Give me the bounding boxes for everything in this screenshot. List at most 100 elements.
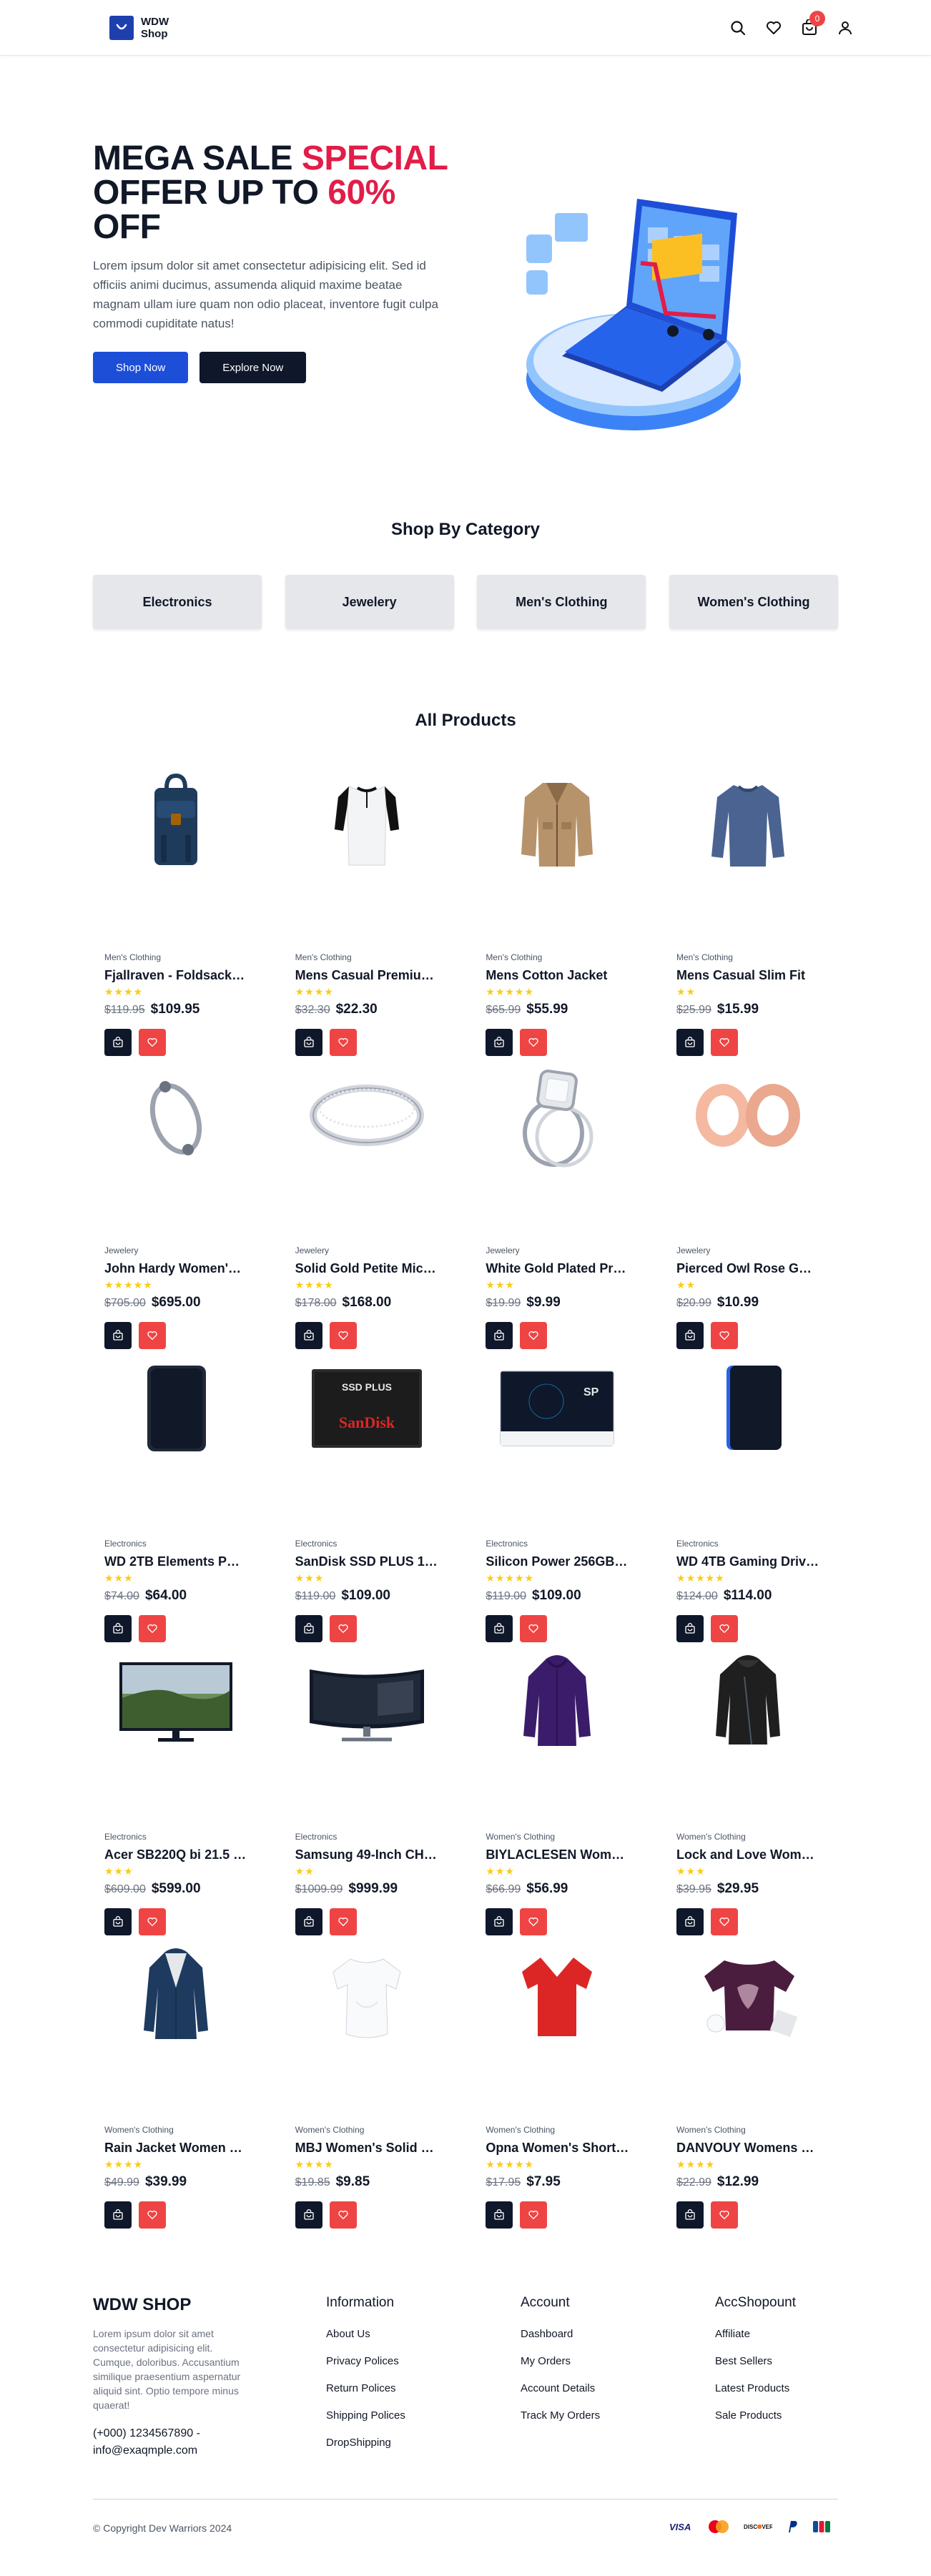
footer-link-return[interactable]: Return Polices <box>326 2382 521 2409</box>
curved-monitor-image[interactable] <box>295 1637 438 1766</box>
product-title[interactable]: Mens Casual Premium Slim Fit T-Shirts <box>295 968 438 983</box>
footer-link-track-orders[interactable]: Track My Orders <box>521 2409 715 2437</box>
product-old-price: $32.30 <box>295 1004 330 1016</box>
product-category: Women's Clothing <box>104 2125 174 2135</box>
product-title[interactable]: Silicon Power 256GB SSD 3D NAND <box>486 1554 629 1569</box>
product-title[interactable]: DANVOUY Womens T Shirt Casual Cotton Sho… <box>676 2141 819 2156</box>
footer-link-best-sellers[interactable]: Best Sellers <box>715 2355 838 2382</box>
footer-link-about-us[interactable]: About Us <box>326 2328 521 2355</box>
product-title[interactable]: SanDisk SSD PLUS 1TB Internal SSD <box>295 1554 438 1569</box>
purple-jacket-image[interactable] <box>486 1637 629 1766</box>
diamond-ring-image[interactable] <box>486 1051 629 1180</box>
add-to-wishlist-button[interactable] <box>710 2201 738 2229</box>
add-to-cart-button[interactable] <box>676 2201 704 2229</box>
footer-link-dropshipping[interactable]: DropShipping <box>326 2437 521 2464</box>
hard-drive-image[interactable] <box>104 1344 247 1473</box>
product-title[interactable]: Mens Casual Slim Fit <box>676 968 819 983</box>
product-old-price: $25.99 <box>676 1004 711 1016</box>
white-top-image[interactable] <box>295 1930 438 2059</box>
product-card: Women's Clothing BIYLACLESEN Women's 3-i… <box>474 1637 647 1935</box>
product-category: Electronics <box>295 1832 338 1842</box>
product-title[interactable]: BIYLACLESEN Women's 3-in-1 Snowboard Jac… <box>486 1847 629 1862</box>
product-card: Women's Clothing DANVOUY Womens T Shirt … <box>665 1930 838 2229</box>
product-rating: ★★★★★ <box>486 1572 535 1584</box>
product-card: Men's Clothing Fjallraven - Foldsack No.… <box>93 758 266 1056</box>
product-rating: ★★★★★ <box>486 2158 535 2170</box>
footer-link-latest-products[interactable]: Latest Products <box>715 2382 838 2409</box>
monitor-image[interactable] <box>104 1637 247 1766</box>
shop-now-button[interactable]: Shop Now <box>93 352 189 383</box>
add-to-cart-button[interactable] <box>295 2201 322 2229</box>
product-title[interactable]: Fjallraven - Foldsack No. 1 Backpack, Fi… <box>104 968 247 983</box>
product-old-price: $17.95 <box>486 2176 521 2188</box>
category-womens-clothing[interactable]: Women's Clothing <box>669 575 838 629</box>
explore-now-button[interactable]: Explore Now <box>200 352 307 383</box>
product-title[interactable]: Pierced Owl Rose Gold Plated Stainless S… <box>676 1261 819 1276</box>
heart-icon[interactable] <box>765 19 782 36</box>
product-old-price: $119.95 <box>104 1004 145 1016</box>
add-to-wishlist-button[interactable] <box>520 2201 548 2229</box>
add-to-cart-button[interactable] <box>104 2201 132 2229</box>
product-grid: Men's Clothing Fjallraven - Foldsack No.… <box>93 758 838 2229</box>
footer-link-sale-products[interactable]: Sale Products <box>715 2409 838 2437</box>
tshirt-image[interactable] <box>295 758 438 887</box>
logo[interactable]: WDW Shop <box>109 16 177 40</box>
user-icon[interactable] <box>837 19 854 36</box>
jacket-image[interactable] <box>486 758 629 887</box>
category-electronics[interactable]: Electronics <box>93 575 262 629</box>
product-title[interactable]: Solid Gold Petite Micropave <box>295 1261 438 1276</box>
footer-link-shipping[interactable]: Shipping Polices <box>326 2409 521 2437</box>
footer-link-privacy[interactable]: Privacy Polices <box>326 2355 521 2382</box>
product-title[interactable]: WD 2TB Elements Portable External Hard D… <box>104 1554 247 1569</box>
product-rating: ★★★ <box>104 1572 134 1584</box>
cart-icon[interactable]: 0 <box>801 11 825 36</box>
product-rating: ★★★★ <box>295 1279 334 1291</box>
product-title[interactable]: Opna Women's Short Sleeve Moisture <box>486 2141 629 2156</box>
product-category: Electronics <box>104 1539 147 1549</box>
leather-jacket-image[interactable] <box>676 1637 819 1766</box>
backpack-image[interactable] <box>104 758 247 887</box>
sandisk-ssd-image[interactable]: SSD PLUS SanDisk <box>295 1344 438 1473</box>
footer-link-affiliate[interactable]: Affiliate <box>715 2328 838 2355</box>
site-footer: WDW SHOP Lorem ipsum dolor sit amet cons… <box>93 2295 838 2534</box>
product-title[interactable]: Lock and Love Women's Removable Hooded F… <box>676 1847 819 1862</box>
product-title[interactable]: Rain Jacket Women Windbreaker Striped Cl… <box>104 2141 247 2156</box>
product-price: $56.99 <box>526 1881 568 1896</box>
sweater-image[interactable] <box>676 758 819 887</box>
brand-name: WDW Shop <box>141 16 169 40</box>
product-price: $9.85 <box>335 2174 370 2189</box>
add-to-wishlist-button[interactable] <box>139 2201 166 2229</box>
rain-jacket-image[interactable] <box>104 1930 247 2059</box>
footer-link-my-orders[interactable]: My Orders <box>521 2355 715 2382</box>
product-title[interactable]: WD 4TB Gaming Drive Works with Playstati… <box>676 1554 819 1569</box>
footer-link-account-details[interactable]: Account Details <box>521 2382 715 2409</box>
earrings-image[interactable] <box>676 1051 819 1180</box>
product-title[interactable]: Acer SB220Q bi 21.5 inches Full HD <box>104 1847 247 1862</box>
product-title[interactable]: Mens Cotton Jacket <box>486 968 629 983</box>
bracelet-image[interactable] <box>104 1051 247 1180</box>
product-rating: ★★★★★ <box>104 1279 153 1291</box>
add-to-cart-button[interactable] <box>486 2201 513 2229</box>
product-category: Electronics <box>486 1539 528 1549</box>
hero-title: MEGA SALE SPECIAL OFFER UP TO 60% OFF <box>93 139 448 246</box>
silicon-ssd-image[interactable]: SP <box>486 1344 629 1473</box>
red-shirt-image[interactable] <box>486 1930 629 2059</box>
product-card: Jewelery Solid Gold Petite Micropave ★★★… <box>284 1051 457 1349</box>
product-old-price: $119.00 <box>486 1590 526 1602</box>
product-title[interactable]: Samsung 49-Inch CHG90 144Hz Curved Gamin… <box>295 1847 438 1862</box>
product-price: $10.99 <box>716 1295 759 1310</box>
category-mens-clothing[interactable]: Men's Clothing <box>477 575 646 629</box>
product-title[interactable]: White Gold Plated Princess <box>486 1261 629 1276</box>
product-price: $15.99 <box>716 1002 759 1017</box>
gaming-drive-image[interactable] <box>676 1344 819 1473</box>
purple-tee-image[interactable] <box>676 1930 819 2059</box>
product-card: Women's Clothing Lock and Love Women's R… <box>665 1637 838 1935</box>
product-price: $695.00 <box>151 1295 201 1310</box>
product-title[interactable]: John Hardy Women's Legends Naga Gold & S… <box>104 1261 247 1276</box>
category-jewelery[interactable]: Jewelery <box>285 575 454 629</box>
product-title[interactable]: MBJ Women's Solid Short Sleeve Boat Neck… <box>295 2141 438 2156</box>
add-to-wishlist-button[interactable] <box>329 2201 357 2229</box>
footer-link-dashboard[interactable]: Dashboard <box>521 2328 715 2355</box>
search-icon[interactable] <box>729 19 747 36</box>
ring-image[interactable] <box>295 1051 438 1180</box>
